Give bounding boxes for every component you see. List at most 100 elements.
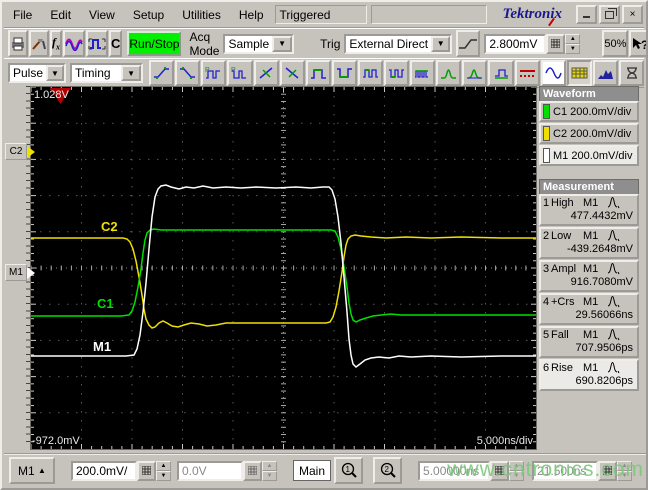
oscilloscope-window: File Edit View Setup Utilities Help Trig… xyxy=(0,0,648,490)
peak-icon[interactable] xyxy=(436,60,462,86)
zoom-2-icon[interactable]: 2 xyxy=(373,457,403,484)
restore-button[interactable] xyxy=(599,5,620,24)
measurement-item-ampl[interactable]: 3 Ampl M1 916.7080mV xyxy=(539,260,639,292)
graticule[interactable]: C2 C1 M1 1.028V -972.0mV 5.000ns/div xyxy=(30,86,537,450)
keypad-icon xyxy=(243,460,262,481)
pulse-math-icon[interactable] xyxy=(86,30,108,57)
rise-time-icon[interactable] xyxy=(149,60,175,86)
acq-mode-select[interactable]: Sample ▼ xyxy=(223,33,295,54)
vertical-scale-spinner[interactable]: 200.0mV/ ▲ ▼ xyxy=(71,460,171,481)
close-button[interactable]: × xyxy=(622,5,643,24)
mask-icon[interactable] xyxy=(566,60,592,86)
measurement-item-rise[interactable]: 6 Rise M1 690.8206ps xyxy=(539,359,639,391)
pulse-up-icon[interactable] xyxy=(357,60,384,86)
pulse-icon xyxy=(607,230,620,242)
chevron-down-icon: ▼ xyxy=(431,35,451,52)
neg-pulse-icon[interactable] xyxy=(331,60,357,86)
measurement-item-low[interactable]: 2 Low M1 -439.2648mV xyxy=(539,227,639,259)
settle-icon[interactable] xyxy=(488,60,514,86)
cursor-icon[interactable] xyxy=(514,60,540,86)
pulse-icon xyxy=(607,197,620,209)
time-position-spinner: 21.500ns ▲ ▼ xyxy=(532,460,633,481)
pos-width-icon[interactable]: P xyxy=(201,60,227,86)
spin-up-icon[interactable]: ▲ xyxy=(565,33,581,44)
keypad-icon xyxy=(546,33,566,54)
histogram-icon[interactable] xyxy=(592,60,619,86)
svg-text:2: 2 xyxy=(385,465,390,474)
tools-icon[interactable] xyxy=(29,30,49,57)
measurement-item-high[interactable]: 1 High M1 477.4432mV xyxy=(539,194,639,226)
chevron-down-icon: ▼ xyxy=(46,65,64,81)
trigger-status: Triggered xyxy=(274,5,367,24)
print-button[interactable] xyxy=(8,30,28,57)
keypad-icon xyxy=(490,460,510,481)
falling-cross-icon[interactable] xyxy=(279,60,305,86)
spin-down-icon[interactable]: ▼ xyxy=(565,43,581,54)
scope-display-area: C2 M1 C2 C1 M1 1.028V -972.0mV 5.000ns/div… xyxy=(4,86,646,457)
menu-file[interactable]: File xyxy=(4,6,41,24)
slope-rising-icon[interactable] xyxy=(456,30,481,57)
menu-view[interactable]: View xyxy=(80,6,124,24)
measure-category-select[interactable]: Pulse ▼ xyxy=(8,63,66,83)
c2-color-swatch xyxy=(543,126,550,141)
help-pointer-icon[interactable]: ? xyxy=(629,30,648,57)
vertical-offset-spinner: 0.0V ▲ ▼ xyxy=(177,460,277,481)
c-button[interactable]: C xyxy=(109,30,123,57)
svg-text:M1: M1 xyxy=(93,339,111,354)
waveform-panel-header: Waveform xyxy=(539,86,639,101)
channel-button-c1[interactable]: C1 200.0mV/div xyxy=(539,101,639,122)
acq-mode-label: Acq Mode xyxy=(189,29,220,58)
fall-time-icon[interactable] xyxy=(175,60,201,86)
left-margin: C2 M1 xyxy=(4,86,35,457)
pulse-down-icon[interactable] xyxy=(384,60,410,86)
sidebar: Waveform C1 200.0mV/div C2 200.0mV/div M… xyxy=(539,86,639,457)
channel-marker-m1[interactable]: M1 xyxy=(5,264,35,281)
run-stop-button[interactable]: Run/Stop xyxy=(127,31,182,56)
channel-button-m1[interactable]: M1 200.0mV/div xyxy=(539,145,639,166)
zoom-1-icon[interactable]: 1 xyxy=(334,457,364,484)
menu-edit[interactable]: Edit xyxy=(41,6,80,24)
pulse-icon xyxy=(607,329,620,341)
menu-utilities[interactable]: Utilities xyxy=(173,6,230,24)
svg-text:1: 1 xyxy=(346,465,351,474)
neg-width-icon[interactable]: P xyxy=(227,60,253,86)
acq-hourglass-icon[interactable] xyxy=(619,60,645,86)
c1-color-swatch xyxy=(543,104,550,119)
svg-text:C2: C2 xyxy=(101,219,118,234)
timebase-label: 5.000ns/div xyxy=(476,435,533,447)
spin-down-icon[interactable]: ▼ xyxy=(156,470,171,481)
burst-icon[interactable] xyxy=(410,60,436,86)
spin-up-icon: ▲ xyxy=(262,460,277,471)
waveform-icon[interactable] xyxy=(63,30,85,57)
trig-position-button[interactable]: 50% xyxy=(602,30,629,57)
svg-text:?: ? xyxy=(641,38,648,51)
spin-down-icon: ▼ xyxy=(262,470,277,481)
minimize-button[interactable] xyxy=(576,5,597,24)
svg-text:C1: C1 xyxy=(97,296,114,311)
spin-down-icon: ▼ xyxy=(509,470,525,481)
pulse-icon xyxy=(607,263,620,275)
channel-select-button[interactable]: M1 ▲ xyxy=(9,457,55,484)
sine-icon[interactable] xyxy=(540,60,566,86)
pulse-icon xyxy=(607,362,620,374)
trig-level-spinner[interactable]: 2.800mV ▲ ▼ xyxy=(484,33,581,54)
measurement-item-pcrs[interactable]: 4 +Crs M1 29.56066ns xyxy=(539,293,639,325)
spin-up-icon[interactable]: ▲ xyxy=(156,460,171,471)
trig-source-select[interactable]: External Direct ▼ xyxy=(344,33,453,54)
channel-button-c2[interactable]: C2 200.0mV/div xyxy=(539,123,639,144)
peak2-icon[interactable] xyxy=(462,60,488,86)
measurement-item-fall[interactable]: 5 Fall M1 707.9506ps xyxy=(539,326,639,358)
channel-marker-c2[interactable]: C2 xyxy=(5,143,35,160)
menu-help[interactable]: Help xyxy=(230,6,273,24)
tektronix-logo: Tektronix xyxy=(502,6,562,22)
rising-cross-icon[interactable] xyxy=(253,60,279,86)
menu-setup[interactable]: Setup xyxy=(124,6,173,24)
measurement-panel-header: Measurement xyxy=(539,179,639,194)
measure-group-select[interactable]: Timing ▼ xyxy=(70,63,144,83)
pos-pulse-icon[interactable] xyxy=(305,60,331,86)
fx-icon[interactable]: fx xyxy=(50,30,62,57)
trig-label: Trig xyxy=(320,36,341,51)
main-toolbar: fx C Run/Stop Acq Mode Sample ▼ Trig Exte… xyxy=(4,28,646,59)
horizontal-mode-button[interactable]: Main xyxy=(293,460,332,481)
keypad-icon xyxy=(137,460,156,481)
